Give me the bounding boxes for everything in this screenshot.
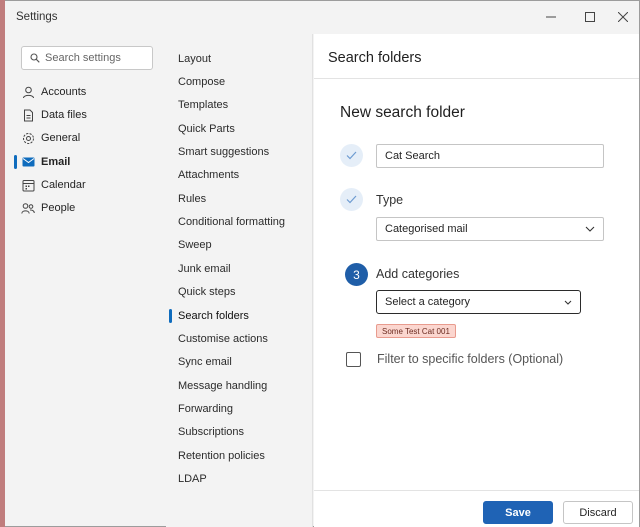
chevron-down-icon (564, 300, 572, 305)
search-settings-box[interactable] (21, 46, 153, 70)
folder-name-input[interactable] (385, 150, 585, 162)
filter-folders-checkbox[interactable] (346, 352, 361, 367)
maximize-icon (585, 12, 595, 22)
person-icon (21, 85, 35, 99)
search-settings-input[interactable] (45, 52, 145, 64)
filter-folders-label: Filter to specific folders (Optional) (377, 352, 564, 366)
people-icon (21, 201, 35, 215)
email-setting-sync-email[interactable]: Sync email (178, 352, 232, 372)
email-setting-smart-suggestions[interactable]: Smart suggestions (178, 142, 269, 162)
email-setting-retention-policies[interactable]: Retention policies (178, 446, 265, 466)
nav-label-email: Email (41, 156, 71, 168)
checkmark-icon (346, 195, 357, 204)
type-label: Type (376, 193, 404, 207)
category-dropdown[interactable]: Select a category (376, 290, 581, 314)
panel-header: Search folders (314, 34, 639, 79)
nav-label-data-files: Data files (41, 109, 87, 121)
new-search-folder-title: New search folder (340, 104, 465, 121)
step-1-complete (340, 144, 363, 167)
minimize-icon (546, 16, 556, 18)
email-setting-templates[interactable]: Templates (178, 95, 228, 115)
chevron-down-icon (585, 226, 595, 232)
list-selection-indicator (169, 309, 172, 323)
settings-window: Settings Accounts Data files (5, 0, 640, 527)
calendar-icon (21, 178, 35, 192)
email-setting-junk-email[interactable]: Junk email (178, 259, 231, 279)
nav-item-general[interactable]: General (21, 127, 156, 149)
category-dropdown-placeholder: Select a category (385, 296, 470, 308)
email-setting-ldap[interactable]: LDAP (178, 469, 207, 489)
email-setting-layout[interactable]: Layout (178, 49, 211, 69)
panel-footer: Save Discard (314, 490, 639, 527)
search-folders-panel: Search folders New search folder Type Ca… (314, 34, 639, 527)
nav-item-people[interactable]: People (21, 197, 156, 219)
email-setting-conditional-formatting[interactable]: Conditional formatting (178, 212, 285, 232)
email-setting-message-handling[interactable]: Message handling (178, 376, 267, 396)
window-title: Settings (16, 11, 58, 23)
nav-item-data-files[interactable]: Data files (21, 104, 156, 126)
step-2-complete (340, 188, 363, 211)
email-setting-sweep[interactable]: Sweep (178, 235, 212, 255)
nav-label-accounts: Accounts (41, 86, 87, 98)
email-setting-quick-parts[interactable]: Quick Parts (178, 119, 235, 139)
close-icon (618, 12, 628, 22)
save-button[interactable]: Save (483, 501, 553, 524)
email-settings-list: Layout Compose Templates Quick Parts Sma… (166, 34, 313, 527)
nav-label-calendar: Calendar (41, 179, 86, 191)
nav-label-general: General (41, 132, 81, 144)
nav-item-calendar[interactable]: Calendar (21, 174, 156, 196)
nav-selection-indicator (14, 155, 17, 169)
panel-title: Search folders (328, 50, 422, 66)
add-categories-label: Add categories (376, 267, 460, 281)
gear-icon (21, 131, 35, 145)
search-icon (30, 53, 40, 63)
type-dropdown[interactable]: Categorised mail (376, 217, 604, 241)
type-dropdown-value: Categorised mail (385, 223, 468, 235)
close-button[interactable] (611, 7, 635, 27)
mail-icon (21, 155, 35, 169)
category-tag[interactable]: Some Test Cat 001 (376, 324, 456, 338)
email-setting-attachments[interactable]: Attachments (178, 165, 239, 185)
title-bar: Settings (5, 1, 639, 34)
step-3-active: 3 (345, 263, 368, 286)
email-setting-subscriptions[interactable]: Subscriptions (178, 422, 244, 442)
email-setting-compose[interactable]: Compose (178, 72, 225, 92)
folder-name-field[interactable] (376, 144, 604, 168)
checkmark-icon (346, 151, 357, 160)
document-icon (21, 108, 35, 122)
settings-nav: Accounts Data files General Email Calen (5, 34, 166, 527)
nav-item-email[interactable]: Email (21, 151, 156, 173)
nav-item-accounts[interactable]: Accounts (21, 81, 156, 103)
minimize-button[interactable] (539, 7, 563, 27)
email-setting-quick-steps[interactable]: Quick steps (178, 282, 235, 302)
email-setting-forwarding[interactable]: Forwarding (178, 399, 233, 419)
maximize-button[interactable] (578, 7, 602, 27)
email-setting-customise-actions[interactable]: Customise actions (178, 329, 268, 349)
email-setting-search-folders[interactable]: Search folders (178, 306, 249, 326)
nav-label-people: People (41, 202, 76, 214)
email-setting-rules[interactable]: Rules (178, 189, 206, 209)
discard-button[interactable]: Discard (563, 501, 633, 524)
